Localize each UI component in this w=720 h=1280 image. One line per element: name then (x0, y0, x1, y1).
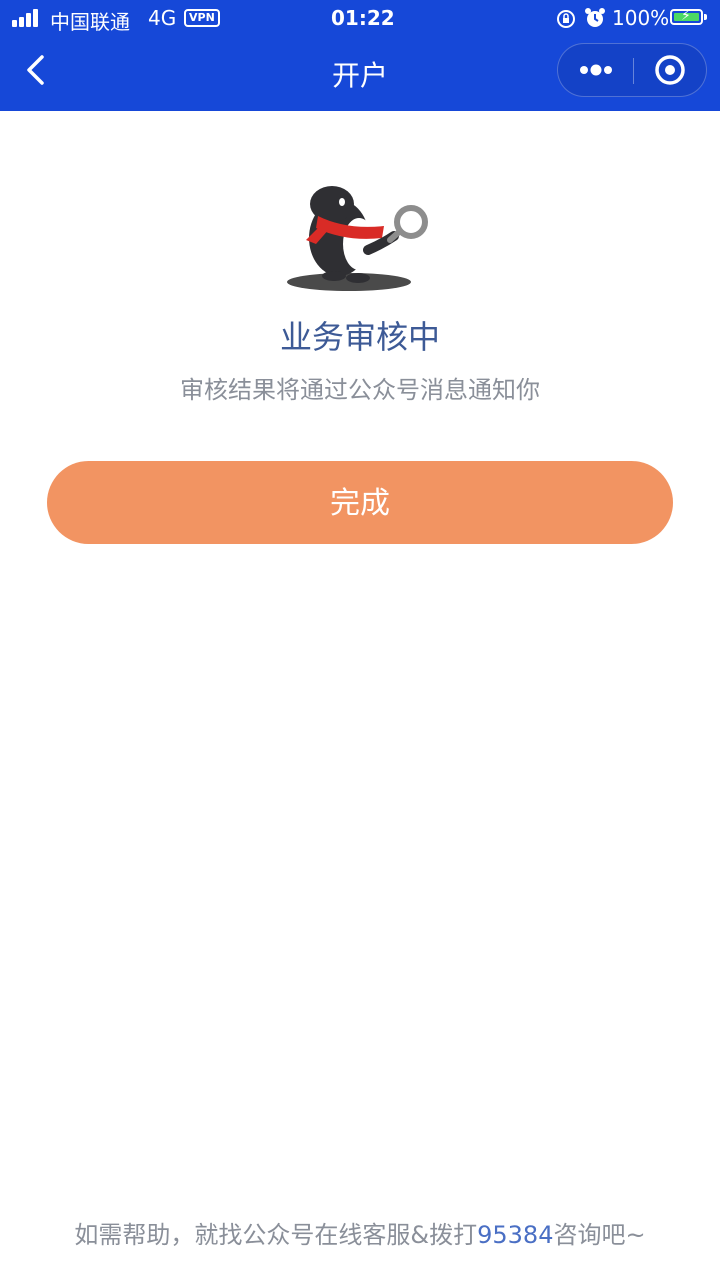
review-status-description: 审核结果将通过公众号消息通知你 (180, 376, 540, 404)
hotline-number-link[interactable]: 95384 (477, 1221, 553, 1249)
help-suffix: 咨询吧~ (553, 1221, 646, 1249)
signal-icon (12, 9, 42, 27)
clock: 01:22 (331, 6, 395, 30)
help-prefix: 如需帮助，就找公众号在线客服&拨打 (74, 1221, 478, 1249)
vpn-badge: VPN (184, 9, 220, 27)
carrier-label: 中国联通 (50, 10, 130, 34)
page: 中国联通 4G VPN 01:22 100% ⚡ 开户 业务审核中 审核结果将通… (0, 0, 720, 1280)
status-bar: 中国联通 4G VPN 01:22 100% ⚡ (0, 0, 720, 38)
close-mini-program-button[interactable] (634, 44, 707, 96)
battery-charging-icon: ⚡ (670, 8, 707, 25)
alarm-icon (585, 8, 605, 27)
mini-program-capsule (557, 43, 707, 97)
battery-percent: 100% (612, 6, 670, 30)
header: 中国联通 4G VPN 01:22 100% ⚡ 开户 (0, 0, 720, 111)
more-dots-icon (580, 64, 612, 76)
close-target-icon (655, 55, 685, 85)
done-button[interactable]: 完成 (47, 461, 673, 544)
network-label: 4G (148, 6, 177, 30)
penguin-search-illustration (287, 186, 428, 291)
lock-rotation-icon (557, 10, 575, 28)
help-text: 如需帮助，就找公众号在线客服&拨打95384咨询吧~ (0, 1215, 720, 1250)
navigation-bar: 开户 (0, 38, 720, 111)
review-status-title: 业务审核中 (279, 318, 440, 356)
more-button[interactable] (558, 44, 633, 96)
